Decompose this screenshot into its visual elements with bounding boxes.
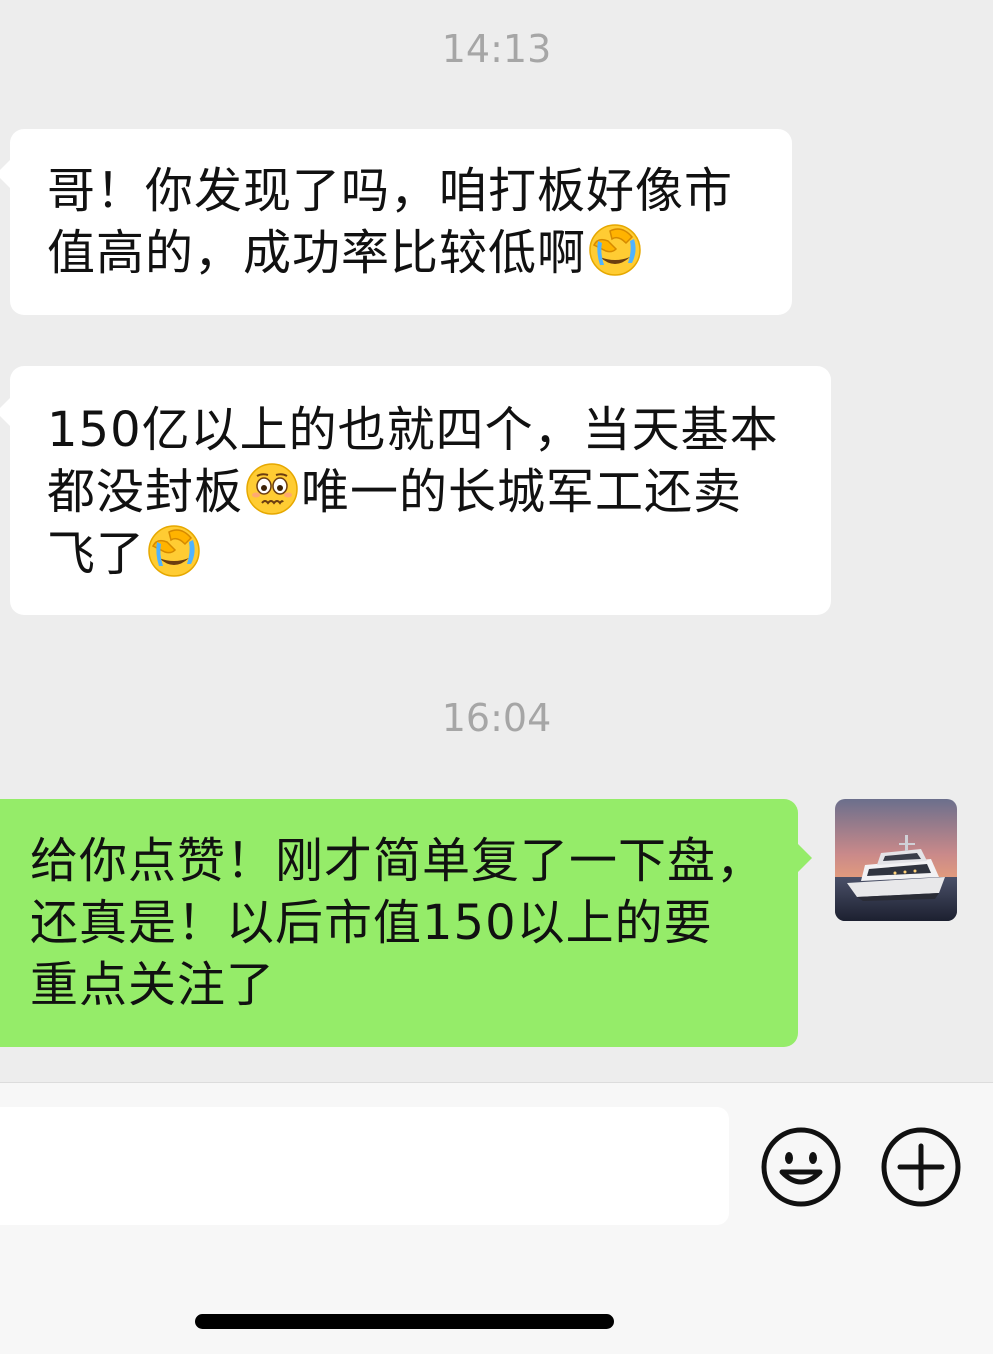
message-text-line-with-emoji: 飞了 xyxy=(47,523,831,585)
bubble-tail xyxy=(0,398,10,426)
bubble-tail xyxy=(0,160,10,188)
message-text: 都没封板 xyxy=(47,464,244,520)
outgoing-message-bubble[interactable]: 给你点赞！刚才简单复了一下盘， 还真是！以后市值150以上的要 重点关注了 xyxy=(0,799,798,1047)
incoming-message-bubble[interactable]: 150亿以上的也就四个，当天基本 都没封板 唯一的长城军工还卖 飞了 xyxy=(10,366,831,615)
yacht-avatar-image xyxy=(835,799,957,921)
smiley-icon xyxy=(761,1127,841,1207)
chat-history[interactable]: 14:13 哥！你发现了吗，咱打板好像市 值高的，成功率比较低啊 150亿以上的… xyxy=(0,0,993,1082)
emoji-button[interactable] xyxy=(760,1126,842,1208)
pleading-worried-emoji xyxy=(246,463,298,515)
timestamp: 14:13 xyxy=(441,27,552,71)
plus-circle-icon xyxy=(881,1127,961,1207)
message-text-line: 给你点赞！刚才简单复了一下盘， xyxy=(30,833,766,889)
message-input[interactable] xyxy=(0,1107,729,1225)
face-palm-crying-emoji xyxy=(589,224,641,276)
message-text-line: 150亿以上的也就四个，当天基本 xyxy=(47,402,779,458)
message-text: 飞了 xyxy=(47,526,146,582)
message-text-line: 还真是！以后市值150以上的要 xyxy=(30,895,713,951)
message-text-line: 哥！你发现了吗，咱打板好像市 xyxy=(47,163,734,219)
avatar[interactable] xyxy=(835,799,957,921)
face-palm-crying-emoji xyxy=(148,525,200,577)
plus-button[interactable] xyxy=(880,1126,962,1208)
bubble-tail xyxy=(798,844,812,872)
message-text: 唯一的长城军工还卖 xyxy=(301,464,743,520)
incoming-message-bubble[interactable]: 哥！你发现了吗，咱打板好像市 值高的，成功率比较低啊 xyxy=(10,129,792,315)
message-text-line-with-emoji: 值高的，成功率比较低啊 xyxy=(47,222,792,284)
message-text: 值高的，成功率比较低啊 xyxy=(47,225,587,281)
message-text-line: 重点关注了 xyxy=(30,957,276,1013)
timestamp: 16:04 xyxy=(441,696,552,740)
message-text-line-with-emoji: 都没封板 唯一的长城军工还卖 xyxy=(47,461,831,523)
home-indicator[interactable] xyxy=(195,1314,614,1329)
